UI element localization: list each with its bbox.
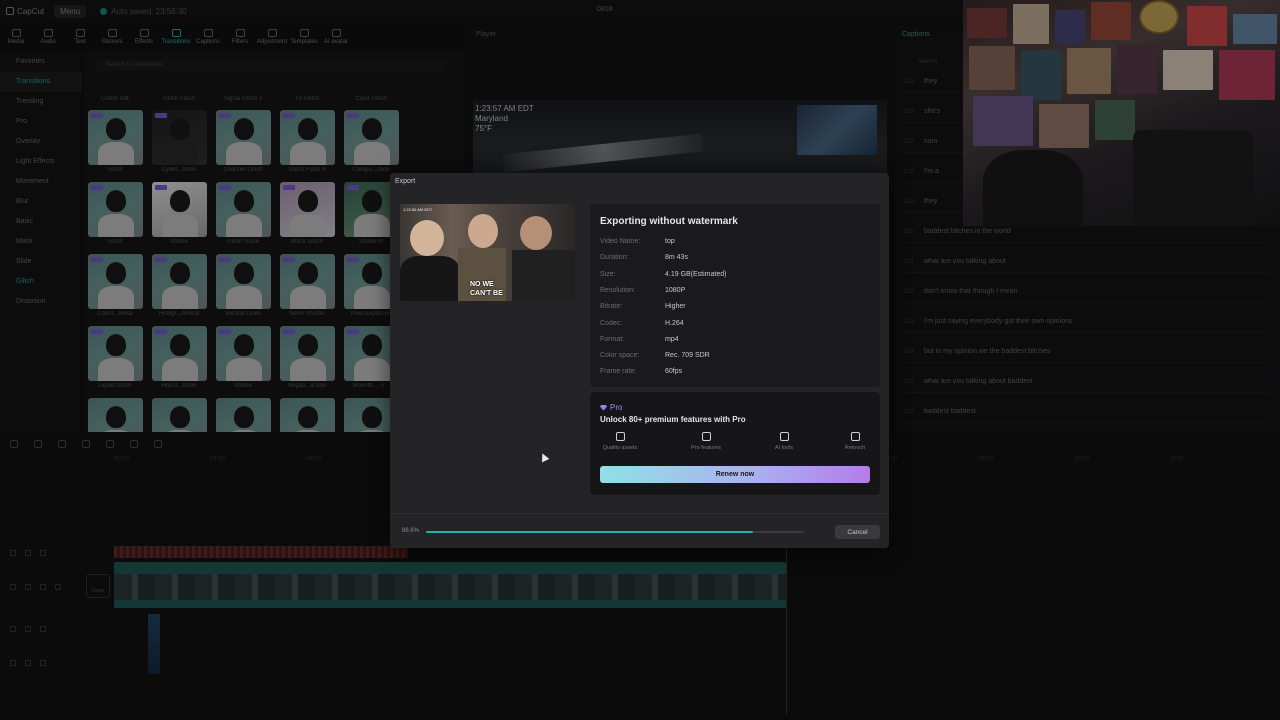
thumbnail-caption-line: CAN'T BE xyxy=(470,290,503,297)
thumbnail-caption: NO WE CAN'T BE xyxy=(470,280,503,298)
export-info-row: Format: mp4 xyxy=(600,336,679,343)
thumbnail-face xyxy=(520,216,552,250)
export-info-value: 60fps xyxy=(665,368,683,376)
export-dialog-title: Export xyxy=(395,178,416,185)
pro-unlock-text: Unlock 80+ premium features with Pro xyxy=(600,415,746,424)
thumbnail-timestamp: 1:23:56 AM EDT xyxy=(403,207,433,212)
pro-feature-label: AI tools xyxy=(774,445,794,451)
export-heading: Exporting without watermark xyxy=(600,216,738,227)
pro-feature-label: Retouch xyxy=(844,445,866,451)
export-preview-thumbnail: 1:23:56 AM EDT NO WE CAN'T BE xyxy=(400,204,575,301)
export-info-row: Resolution: 1080P xyxy=(600,287,685,294)
thumbnail-face xyxy=(468,214,498,248)
thumbnail-face xyxy=(410,220,444,256)
export-info-row: Frame rate: 60fps xyxy=(600,368,682,375)
cancel-button[interactable]: Cancel xyxy=(835,525,880,539)
pro-badge-label: Pro xyxy=(610,403,623,412)
pro-feature-label: Pro features xyxy=(691,445,721,451)
export-info-key: Color space: xyxy=(600,352,640,360)
export-info-value: H.264 xyxy=(665,319,684,327)
export-progress-fill xyxy=(426,531,754,533)
export-info-value: 8m 43s xyxy=(665,254,688,262)
pro-upsell-panel: Pro Unlock 80+ premium features with Pro… xyxy=(590,392,880,495)
quality-assets-icon xyxy=(615,432,625,441)
pro-feature-ai-tools[interactable]: AI tools xyxy=(757,432,811,451)
retouch-icon xyxy=(850,432,860,441)
divider xyxy=(390,513,889,514)
export-info-row: Color space: Rec. 709 SDR xyxy=(600,352,710,359)
ai-tools-icon xyxy=(779,432,789,441)
export-info-key: Size: xyxy=(600,270,616,278)
pro-feature-retouch[interactable]: Retouch xyxy=(828,432,882,451)
export-info-value: Rec. 709 SDR xyxy=(665,352,710,360)
pro-feature-quality-assets[interactable]: Quality assets xyxy=(593,432,647,451)
capcut-editor: CapCut Menu Auto saved: 23:56:30 0818 Me… xyxy=(0,0,1280,720)
renew-now-button[interactable]: Renew now xyxy=(600,466,870,483)
thumbnail-figure xyxy=(512,250,575,301)
export-info-key: Resolution: xyxy=(600,286,636,294)
export-info-value: 4.19 GB(Estimated) xyxy=(665,270,727,278)
export-info-key: Duration: xyxy=(600,254,629,262)
export-info-key: Format: xyxy=(600,335,625,343)
thumbnail-caption-line: NO WE xyxy=(470,281,494,288)
pro-feature-label: Quality assets xyxy=(602,445,638,451)
export-dialog: Export 1:23:56 AM EDT NO WE CAN'T BE Exp… xyxy=(390,173,889,548)
export-info-key: Bitrate: xyxy=(600,303,623,311)
export-progress-percent: 86.6% xyxy=(402,528,420,534)
export-info-row: Codec: H.264 xyxy=(600,320,684,327)
export-info-row: Video Name: top xyxy=(600,238,675,245)
diamond-icon xyxy=(600,404,607,411)
pro-badge: Pro xyxy=(600,403,622,412)
thumbnail-figure xyxy=(400,256,460,301)
pro-features-icon xyxy=(701,432,711,441)
pro-feature-pro-features[interactable]: Pro features xyxy=(679,432,733,451)
export-info-value: 1080P xyxy=(665,286,686,294)
export-info-value: Higher xyxy=(665,303,686,311)
export-info-row: Duration: 8m 43s xyxy=(600,254,688,261)
export-info-row: Size: 4.19 GB(Estimated) xyxy=(600,271,726,278)
export-info-row: Bitrate: Higher xyxy=(600,303,686,310)
export-info-key: Codec: xyxy=(600,319,623,327)
export-info-value: mp4 xyxy=(665,335,679,343)
export-progress-bar xyxy=(426,531,804,533)
export-info-key: Frame rate: xyxy=(600,368,637,376)
export-info-key: Video Name: xyxy=(600,238,641,245)
export-info-value: top xyxy=(665,238,675,245)
export-info-panel: Exporting without watermark Video Name: t… xyxy=(590,204,880,387)
